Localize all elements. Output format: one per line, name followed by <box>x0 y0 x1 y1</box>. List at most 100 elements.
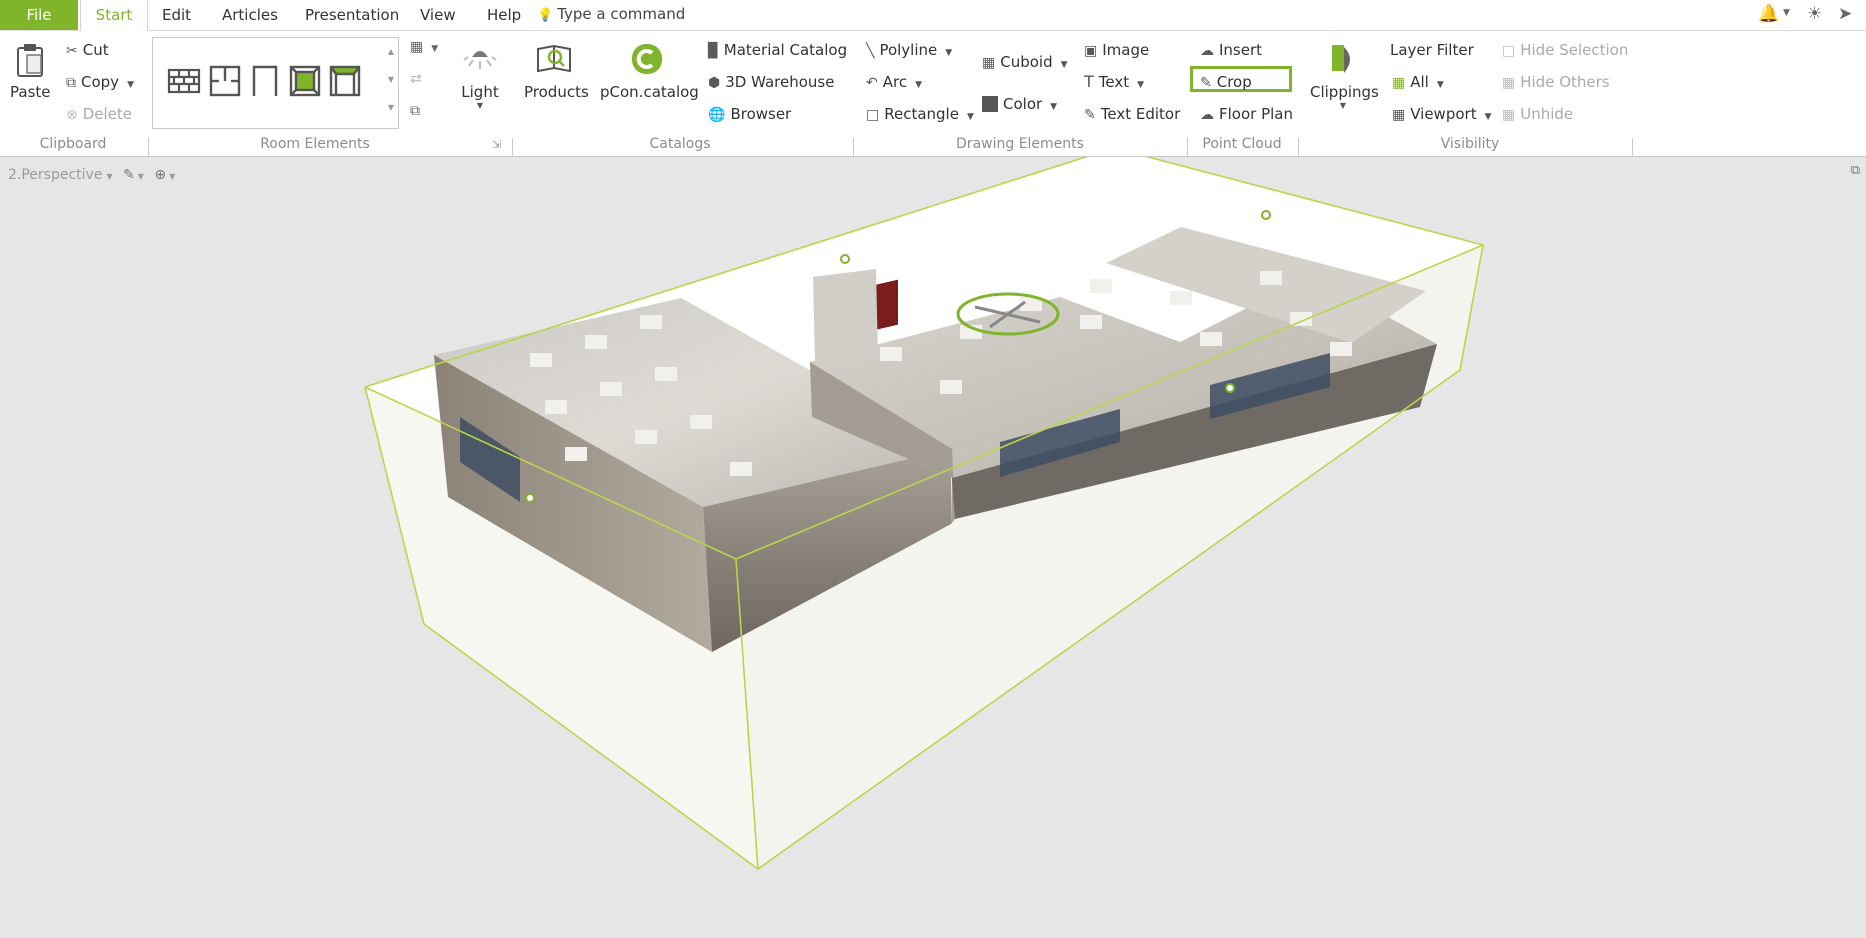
viewport-label: Viewport <box>1410 105 1477 123</box>
browser-button[interactable]: 🌐 Browser <box>708 103 791 125</box>
color-label: Color <box>1003 95 1043 113</box>
image-button[interactable]: ▣ Image <box>1084 39 1149 61</box>
tab-articles[interactable]: Articles <box>222 0 278 30</box>
chevron-down-icon[interactable]: ▼ <box>1050 102 1057 112</box>
align-icon[interactable]: ⇄ <box>410 71 422 87</box>
chevron-down-icon[interactable]: ▼ <box>945 48 952 58</box>
crop-icon: ✎ <box>1200 75 1212 91</box>
rooftop-structure <box>813 269 878 362</box>
room-elements-gallery[interactable] <box>152 37 386 129</box>
products-label: Products <box>524 83 589 101</box>
chevron-down-icon[interactable]: ▼ <box>1783 8 1790 18</box>
group-label-catalogs: Catalogs <box>649 136 711 152</box>
light-label: Light <box>461 83 499 101</box>
viewport-grid-icon: ▦ <box>1392 107 1406 123</box>
arc-button[interactable]: ↶ Arc ▼ <box>866 71 922 93</box>
command-search-label: Type a command <box>557 5 686 23</box>
material-icon: ▉ <box>708 43 719 59</box>
chevron-down-icon[interactable]: ▼ <box>1310 101 1376 110</box>
chevron-down-icon[interactable]: ▼ <box>1061 60 1068 70</box>
polyline-icon: ╲ <box>866 43 875 59</box>
chevron-down-icon[interactable]: ▼ <box>915 80 922 90</box>
clippings-label: Clippings <box>1310 83 1379 101</box>
hide-others-label: Hide Others <box>1520 73 1610 91</box>
delete-button[interactable]: ⊗ Delete <box>66 103 132 125</box>
3d-viewport[interactable]: 2.Perspective ▼ ✎ ▼ ⊕ ▼ ⧉ <box>0 157 1866 938</box>
gallery-scroller[interactable]: ▲ ▼ ▼ <box>384 37 399 129</box>
pcon-logo-icon <box>632 44 662 74</box>
globe-icon: 🌐 <box>708 107 726 123</box>
cut-label: Cut <box>82 41 109 59</box>
light-button[interactable]: Light ▼ <box>458 41 502 110</box>
polyline-button[interactable]: ╲ Polyline ▼ <box>866 39 952 61</box>
3d-warehouse-label: 3D Warehouse <box>725 73 835 91</box>
room-icon[interactable] <box>208 64 242 98</box>
insert-button[interactable]: ☁ Insert <box>1200 39 1262 61</box>
tab-presentation[interactable]: Presentation <box>305 0 399 30</box>
notification-bell-icon[interactable]: 🔔 <box>1758 4 1779 24</box>
door-icon[interactable] <box>248 64 282 98</box>
unhide-icon: ▦ <box>1502 107 1516 123</box>
browser-label: Browser <box>730 105 792 123</box>
dialog-launcher-icon[interactable]: ⇲ <box>492 138 501 151</box>
group-icon[interactable]: ⧉ <box>410 103 420 119</box>
hide-others-button[interactable]: ▦ Hide Others <box>1502 71 1610 93</box>
sun-icon[interactable]: ☀ <box>1807 4 1822 24</box>
group-label-drawing-elements: Drawing Elements <box>956 136 1084 152</box>
tab-edit[interactable]: Edit <box>162 0 191 30</box>
3d-warehouse-button[interactable]: ⬢ 3D Warehouse <box>708 71 834 93</box>
group-separator <box>1187 138 1188 156</box>
material-catalog-button[interactable]: ▉ Material Catalog <box>708 39 847 61</box>
chevron-down-icon[interactable]: ▼ <box>967 112 974 122</box>
paste-button[interactable]: Paste <box>10 43 51 101</box>
file-tab[interactable]: File <box>0 0 78 30</box>
text-editor-label: Text Editor <box>1100 105 1181 123</box>
text-editor-button[interactable]: ✎ Text Editor <box>1084 103 1180 125</box>
rectangle-button[interactable]: □ Rectangle ▼ <box>866 103 974 125</box>
hide-selection-label: Hide Selection <box>1520 41 1629 59</box>
tab-help[interactable]: Help <box>487 0 521 30</box>
clippings-button[interactable]: Clippings ▼ <box>1310 41 1379 110</box>
cuboid-label: Cuboid <box>1000 53 1053 71</box>
products-button[interactable]: Products <box>524 41 589 101</box>
add-element-icon[interactable]: ▦ ▼ <box>410 39 438 55</box>
color-button[interactable]: Color ▼ <box>982 93 1057 115</box>
wall-icon[interactable] <box>167 64 201 98</box>
text-button[interactable]: T Text ▼ <box>1084 71 1144 93</box>
chevron-down-icon[interactable]: ▼ <box>1485 112 1492 122</box>
chevron-down-icon[interactable]: ▼ <box>1137 80 1144 90</box>
tab-start[interactable]: Start <box>80 0 148 32</box>
tab-view[interactable]: View <box>420 0 456 30</box>
ceiling-icon[interactable] <box>328 64 362 98</box>
copy-icon: ⧉ <box>66 75 76 91</box>
text-icon: T <box>1084 72 1094 91</box>
pcon-catalog-button[interactable]: pCon.catalog <box>600 41 699 101</box>
share-icon[interactable]: ➤ <box>1838 4 1852 24</box>
group-separator <box>1298 138 1299 156</box>
layer-all-dropdown[interactable]: ▦ All ▼ <box>1392 71 1444 93</box>
crop-button[interactable]: ✎ Crop <box>1200 71 1252 93</box>
group-separator <box>148 138 149 156</box>
scissors-icon: ✂ <box>66 43 78 59</box>
group-label-visibility: Visibility <box>1440 136 1500 152</box>
group-separator <box>512 138 513 156</box>
rectangle-label: Rectangle <box>884 105 959 123</box>
floor-plan-label: Floor Plan <box>1219 105 1293 123</box>
floor-plan-button[interactable]: ☁ Floor Plan <box>1200 103 1293 125</box>
copy-button[interactable]: ⧉ Copy ▼ <box>66 71 134 93</box>
cut-button[interactable]: ✂ Cut <box>66 39 109 61</box>
hide-selection-button[interactable]: □ Hide Selection <box>1502 39 1628 61</box>
floor-icon[interactable] <box>288 64 322 98</box>
viewport-dropdown[interactable]: ▦ Viewport ▼ <box>1392 103 1492 125</box>
scene-canvas[interactable] <box>0 157 1866 938</box>
unhide-button[interactable]: ▦ Unhide <box>1502 103 1573 125</box>
command-search[interactable]: 💡 Type a command <box>537 0 685 30</box>
group-label-clipboard: Clipboard <box>39 136 107 152</box>
arc-label: Arc <box>882 73 908 91</box>
hide-others-icon: ▦ <box>1502 75 1516 91</box>
chevron-down-icon[interactable]: ▼ <box>127 80 134 90</box>
chevron-down-icon[interactable]: ▼ <box>1437 80 1444 90</box>
layer-all-label: All <box>1410 73 1429 91</box>
chevron-down-icon[interactable]: ▼ <box>458 101 502 110</box>
cuboid-button[interactable]: ▦ Cuboid ▼ <box>982 51 1068 73</box>
